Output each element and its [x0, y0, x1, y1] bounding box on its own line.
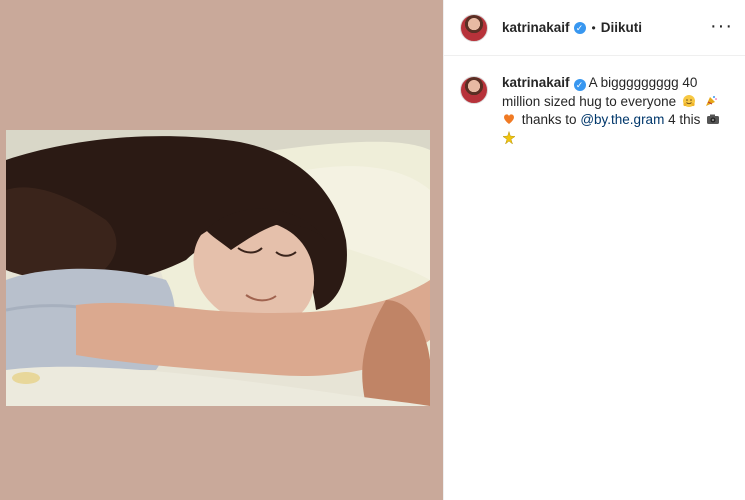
post-header: katrinakaif ✓ • Diikuti ···: [444, 0, 745, 56]
orange-heart-emoji: [504, 114, 514, 124]
following-button[interactable]: Diikuti: [601, 20, 642, 35]
sleeping-woman-image: [6, 130, 430, 406]
sparkle-emoji: [502, 130, 516, 145]
caption-avatar[interactable]: [460, 76, 488, 104]
caption-text-3: 4 this: [668, 112, 701, 127]
caption-body: katrinakaif ✓ A biggggggggg 40 million si…: [502, 74, 731, 148]
header-username[interactable]: katrinakaif: [502, 20, 570, 35]
party-popper-emoji: [705, 95, 717, 106]
post-caption: katrinakaif ✓ A biggggggggg 40 million si…: [444, 56, 745, 148]
caption-username[interactable]: katrinakaif: [502, 75, 570, 90]
hugging-face-emoji: [682, 94, 695, 107]
mention-link[interactable]: @by.the.gram: [580, 112, 664, 127]
avatar[interactable]: [460, 13, 488, 42]
post-photo[interactable]: [6, 130, 430, 406]
media-panel: [0, 0, 443, 500]
caption-text-2: thanks to: [521, 112, 577, 127]
verified-badge-icon: ✓: [573, 21, 586, 34]
header-separator: •: [591, 20, 596, 35]
verified-badge-icon: ✓: [573, 79, 586, 91]
instagram-post: katrinakaif ✓ • Diikuti ··· katrinakaif ✓…: [0, 0, 745, 500]
camera-emoji: [707, 114, 720, 124]
more-horizontal-icon[interactable]: ···: [710, 16, 733, 36]
post-side-panel: katrinakaif ✓ • Diikuti ··· katrinakaif ✓…: [443, 0, 745, 500]
